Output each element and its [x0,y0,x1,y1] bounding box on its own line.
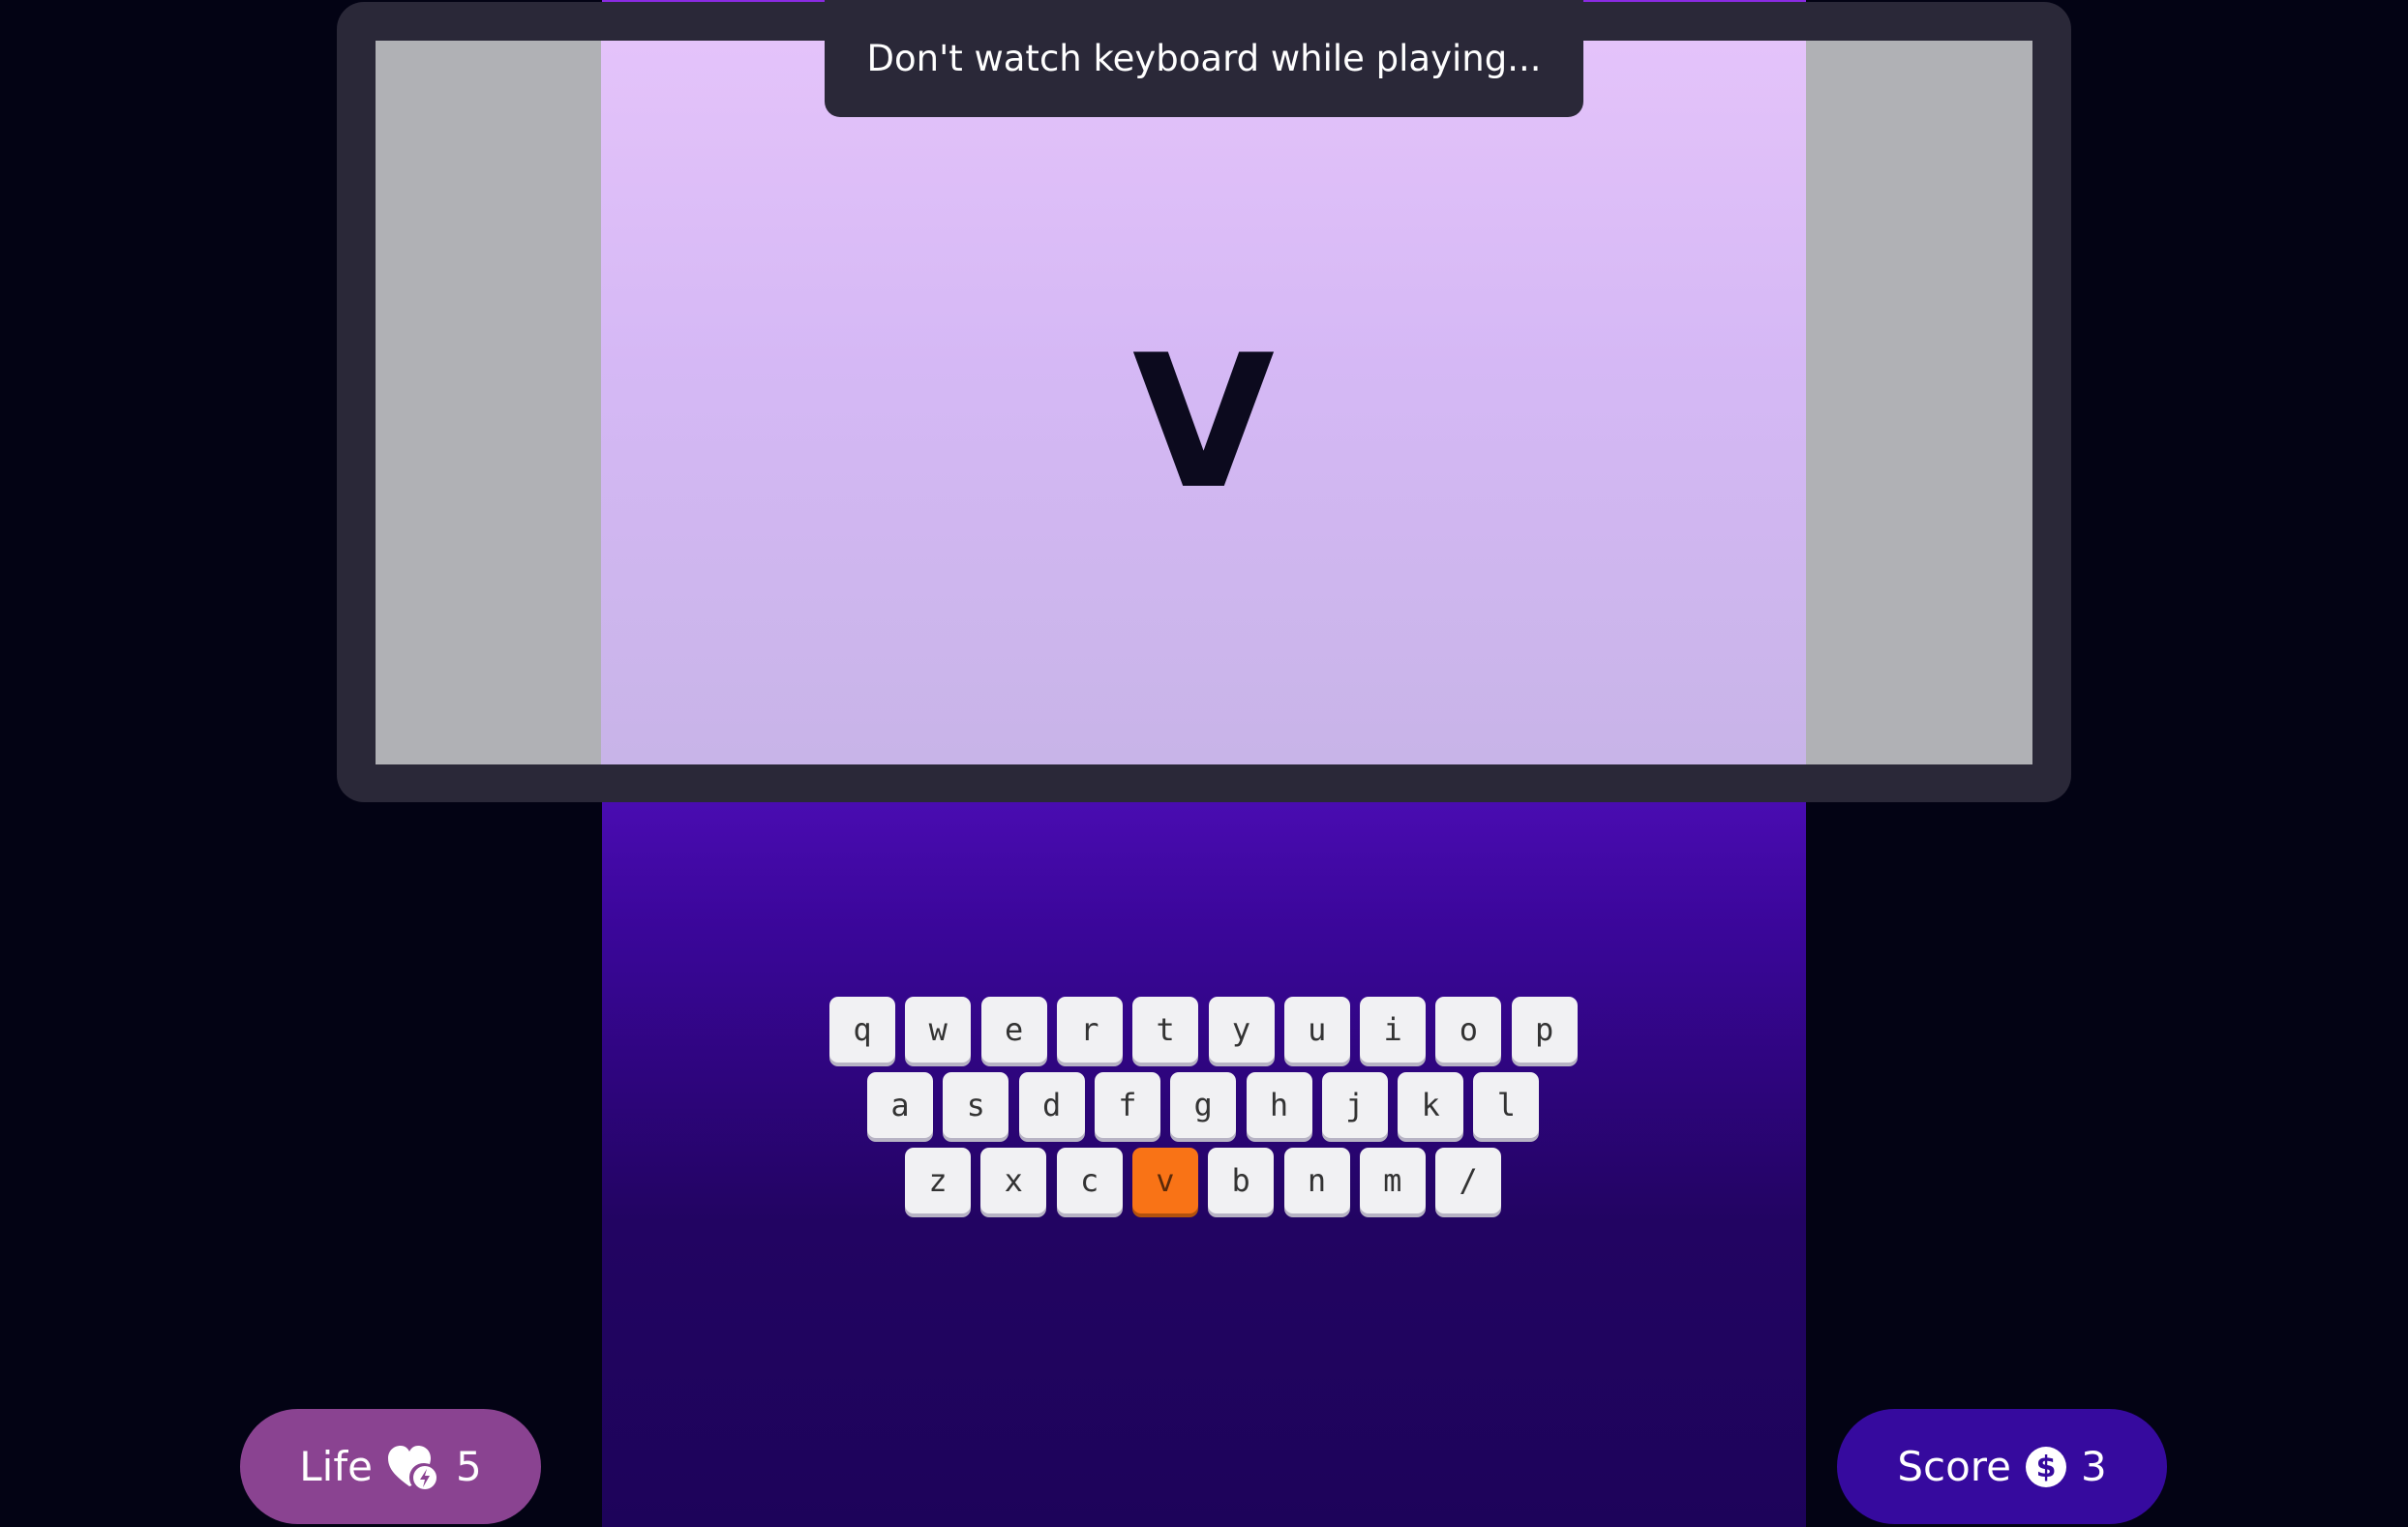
key-c[interactable]: c [1056,1148,1123,1213]
key-e[interactable]: e [980,997,1047,1063]
key-n[interactable]: n [1283,1148,1350,1213]
key-o[interactable]: o [1435,997,1502,1063]
key-p[interactable]: p [1511,997,1578,1063]
key-d[interactable]: d [1018,1072,1085,1138]
score-counter: Score $ 3 [1837,1409,2167,1524]
score-label: Score [1897,1443,2011,1490]
keyboard-row-2: asdfghjkl [867,1072,1550,1138]
key-m[interactable]: m [1359,1148,1426,1213]
key-y[interactable]: y [1208,997,1275,1063]
key-slash[interactable]: / [1435,1148,1502,1213]
key-r[interactable]: r [1056,997,1123,1063]
keyboard-row-3: z x c v b n m / [905,1148,1511,1213]
key-v[interactable]: v [1131,1148,1198,1213]
key-f[interactable]: f [1094,1072,1160,1138]
key-u[interactable]: u [1283,997,1350,1063]
key-h[interactable]: h [1246,1072,1312,1138]
key-x[interactable]: x [980,1148,1047,1213]
key-s[interactable]: s [943,1072,1009,1138]
life-counter: Life 5 [240,1409,541,1524]
key-q[interactable]: q [829,997,895,1063]
heart-bolt-icon [386,1444,442,1490]
key-i[interactable]: i [1360,997,1427,1063]
key-t[interactable]: t [1132,997,1199,1063]
score-value: 3 [2080,1443,2107,1490]
key-g[interactable]: g [1170,1072,1237,1138]
display-monitor: V [337,2,2071,802]
key-b[interactable]: b [1208,1148,1275,1213]
key-z[interactable]: z [905,1148,971,1213]
target-letter: V [1131,315,1276,529]
letter-panel: V [601,41,1806,764]
life-value: 5 [455,1443,482,1490]
warning-notice: Don't watch keyboard while playing... [825,0,1583,117]
svg-text:$: $ [2036,1451,2057,1484]
key-j[interactable]: j [1321,1072,1388,1138]
key-k[interactable]: k [1398,1072,1464,1138]
display-screen: V [376,41,2032,764]
key-w[interactable]: w [905,997,972,1063]
key-a[interactable]: a [867,1072,933,1138]
life-label: Life [299,1443,373,1490]
keyboard-row-1: qwertyuiop [829,997,1587,1063]
dollar-coin-icon: $ [2025,1446,2067,1488]
key-l[interactable]: l [1473,1072,1540,1138]
